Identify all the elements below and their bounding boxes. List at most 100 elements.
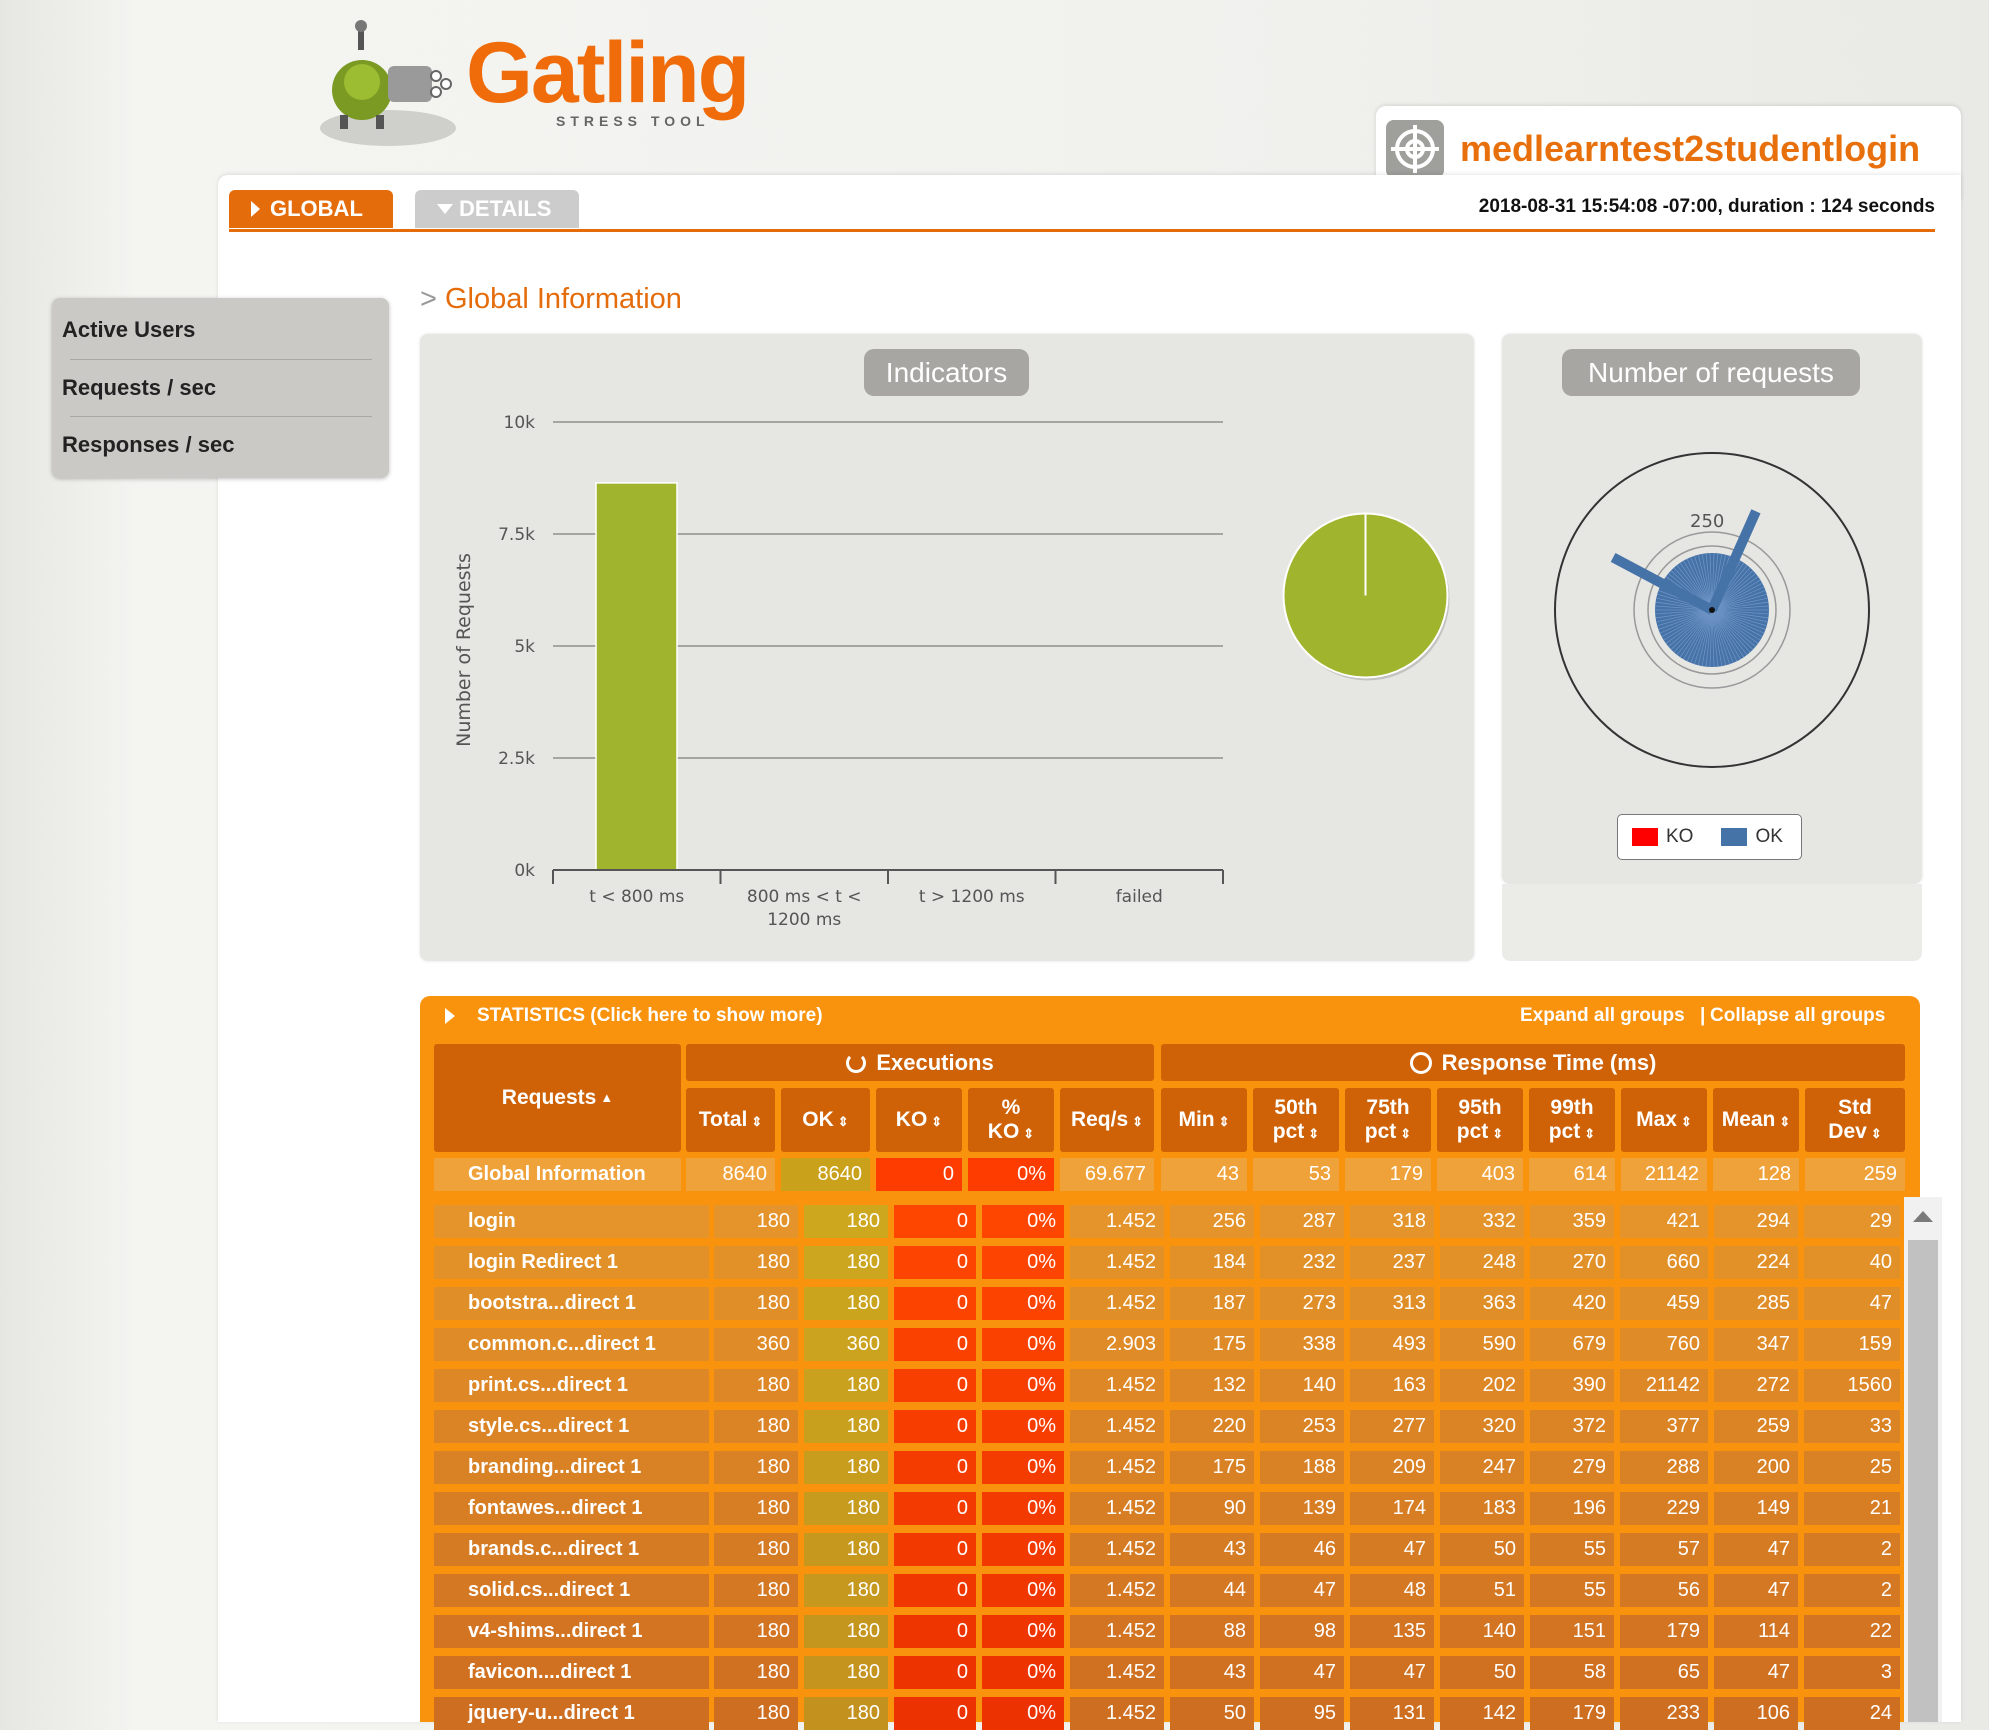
request-row-cell-mean: 47 [1714,1533,1798,1566]
request-row-cell-p75: 209 [1350,1451,1434,1484]
requests-column-header[interactable]: Requests ▲ [434,1044,681,1152]
request-row-cell-total: 180 [714,1410,798,1443]
request-row-name[interactable]: brands.c...direct 1 [434,1533,709,1566]
request-row-cell-req-s: 1.452 [1070,1615,1164,1648]
request-row-cell-p95: 50 [1440,1656,1524,1689]
request-row-cell-std-dev: 159 [1804,1328,1900,1361]
request-row-cell-min: 132 [1170,1369,1254,1402]
request-row-cell-max: 377 [1620,1410,1708,1443]
menu-item-requests-sec[interactable]: Requests / sec [62,360,379,416]
logo-tagline: STRESS TOOL [556,113,710,129]
global-row-max: 21142 [1621,1158,1707,1191]
request-row-name[interactable]: favicon....direct 1 [434,1656,709,1689]
request-row-name[interactable]: style.cs...direct 1 [434,1410,709,1443]
request-row-cell-total: 180 [714,1287,798,1320]
p99-column-header[interactable]: 99th pct ⇕ [1529,1088,1615,1152]
request-row-cell-req-s: 1.452 [1070,1246,1164,1279]
sort-icon: ⇕ [931,1113,943,1129]
max-column-header[interactable]: Max ⇕ [1621,1088,1707,1152]
request-row-cell-p75: 48 [1350,1574,1434,1607]
request-row-name[interactable]: login Redirect 1 [434,1246,709,1279]
request-row-cell-p99: 420 [1530,1287,1614,1320]
mean-column-header[interactable]: Mean ⇕ [1713,1088,1799,1152]
x-tick-label: 800 ms < t < [747,887,862,907]
x-tick-label: 1200 ms [767,910,841,930]
request-row-name[interactable]: solid.cs...direct 1 [434,1574,709,1607]
std-dev-header-label: Std Dev ⇕ [1828,1096,1881,1144]
global-row-min: 43 [1161,1158,1247,1191]
request-row-cell-mean: 259 [1714,1410,1798,1443]
executions-label: Executions [876,1049,994,1075]
req-s-header-label: Req/s ⇕ [1071,1108,1143,1132]
request-row-name[interactable]: fontawes...direct 1 [434,1492,709,1525]
menu-item-responses-sec[interactable]: Responses / sec [62,417,379,473]
p99-header-text: 99th [1550,1095,1594,1119]
pct-ko-column-header[interactable]: % KO ⇕ [968,1088,1054,1152]
request-row-cell-p50: 139 [1260,1492,1344,1525]
request-row-name[interactable]: branding...direct 1 [434,1451,709,1484]
request-row-cell-req-s: 2.903 [1070,1328,1164,1361]
max-header-label: Max ⇕ [1636,1108,1692,1132]
p75-column-header[interactable]: 75th pct ⇕ [1345,1088,1431,1152]
request-row-cell-p50: 232 [1260,1246,1344,1279]
executions-group-header: Executions [686,1044,1154,1081]
request-row-cell-req-s: 1.452 [1070,1451,1164,1484]
request-row-cell-std-dev: 25 [1804,1451,1900,1484]
request-row-cell-p95: 248 [1440,1246,1524,1279]
tab-details[interactable]: DETAILS [415,190,579,228]
request-row-name[interactable]: print.cs...direct 1 [434,1369,709,1402]
sort-icon: ⇕ [1680,1113,1692,1129]
menu-item-active-users[interactable]: Active Users [62,302,379,358]
min-column-header[interactable]: Min ⇕ [1161,1088,1247,1152]
request-row-cell-max: 229 [1620,1492,1708,1525]
request-row-cell-std-dev: 22 [1804,1615,1900,1648]
caret-right-icon [445,1007,455,1024]
chevron-right-icon: > [420,283,437,315]
p95-column-header[interactable]: 95th pct ⇕ [1437,1088,1523,1152]
collapse-all-groups-link[interactable]: Collapse all groups [1710,1005,1885,1027]
request-row-cell-ok: 180 [804,1246,888,1279]
request-row-cell-req-s: 1.452 [1070,1492,1164,1525]
request-row-cell-total: 180 [714,1205,798,1238]
std-dev-column-header[interactable]: Std Dev ⇕ [1805,1088,1905,1152]
expand-all-groups-link[interactable]: Expand all groups [1520,1005,1685,1027]
y-tick-label: 5k [514,637,535,657]
requests-radial-chart: 250 [1554,452,1870,768]
ok-column-header[interactable]: OK ⇕ [781,1088,870,1152]
table-scrollbar-thumb[interactable] [1908,1240,1938,1722]
request-row-cell-total: 180 [714,1574,798,1607]
p50-column-header[interactable]: 50th pct ⇕ [1253,1088,1339,1152]
scroll-up-arrow-icon[interactable] [1904,1197,1942,1237]
legend-ko[interactable]: KO [1632,826,1693,848]
request-row-cell-mean: 285 [1714,1287,1798,1320]
sort-icon: ⇕ [1584,1126,1596,1141]
request-row-cell-min: 256 [1170,1205,1254,1238]
request-row-cell-mean: 224 [1714,1246,1798,1279]
request-row-cell-std-dev: 40 [1804,1246,1900,1279]
request-row-cell-p95: 140 [1440,1615,1524,1648]
tab-global[interactable]: GLOBAL [229,190,393,228]
ko-column-header[interactable]: KO ⇕ [876,1088,962,1152]
request-row-cell-ko: 0 [894,1451,976,1484]
request-row-cell-p99: 270 [1530,1246,1614,1279]
request-row-name[interactable]: v4-shims...direct 1 [434,1615,709,1648]
bar[interactable] [595,482,678,871]
request-row-cell-max: 421 [1620,1205,1708,1238]
total-column-header[interactable]: Total ⇕ [686,1088,775,1152]
request-row-cell-std-dev: 33 [1804,1410,1900,1443]
request-row-name[interactable]: bootstra...direct 1 [434,1287,709,1320]
request-row-cell-mean: 347 [1714,1328,1798,1361]
legend-ok[interactable]: OK [1721,826,1783,848]
request-row-name[interactable]: jquery-u...direct 1 [434,1697,709,1730]
request-row-cell-min: 50 [1170,1697,1254,1730]
request-row-cell-p99: 279 [1530,1451,1614,1484]
request-row-name[interactable]: login [434,1205,709,1238]
min-header-label: Min ⇕ [1178,1108,1229,1132]
request-row-cell-min: 88 [1170,1615,1254,1648]
req-s-column-header[interactable]: Req/s ⇕ [1060,1088,1154,1152]
legend-ok-swatch [1721,828,1748,846]
request-row-cell-p75: 318 [1350,1205,1434,1238]
request-row-name[interactable]: common.c...direct 1 [434,1328,709,1361]
statistics-toggle[interactable]: STATISTICS (Click here to show more) [445,1005,823,1027]
request-row-cell-p99: 372 [1530,1410,1614,1443]
